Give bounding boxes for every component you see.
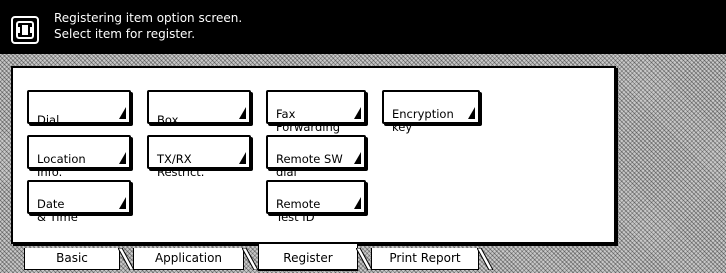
arrow-icon <box>119 107 126 119</box>
fax-machine-icon <box>11 16 39 44</box>
arrow-icon <box>468 107 475 119</box>
encryption-key-button[interactable]: Encryption key <box>382 90 480 134</box>
tab-print-report-label: Print Report <box>389 251 461 265</box>
tab-basic-label: Basic <box>56 251 88 265</box>
date-time-button[interactable]: Date & Time <box>27 180 131 224</box>
arrow-icon <box>354 152 361 164</box>
txrx-restrict-button-label: TX/RX Restrict. <box>157 152 205 179</box>
dial-button-label: Dial <box>37 113 60 127</box>
date-time-button-label: Date & Time <box>37 197 78 224</box>
box-button-label: Box <box>157 113 179 127</box>
tab-register-label: Register <box>283 251 333 265</box>
remote-test-id-button-label: Remote Test ID <box>276 197 321 224</box>
arrow-icon <box>354 107 361 119</box>
header-message: Registering item option screen. Select i… <box>54 10 242 42</box>
location-info-button[interactable]: Location Info. <box>27 135 131 179</box>
arrow-icon <box>239 152 246 164</box>
arrow-icon <box>354 197 361 209</box>
box-button[interactable]: Box <box>147 90 251 127</box>
tab-divider <box>356 248 372 270</box>
dial-button[interactable]: Dial <box>27 90 131 127</box>
tab-register[interactable]: Register <box>258 244 358 271</box>
fax-forwarding-button-label: Fax Forwarding <box>276 107 341 134</box>
tab-divider <box>118 248 134 270</box>
arrow-icon <box>239 107 246 119</box>
tab-divider <box>477 248 493 270</box>
tab-divider <box>242 248 258 270</box>
remote-sw-dial-button[interactable]: Remote SW dial <box>266 135 366 179</box>
tab-application[interactable]: Application <box>133 248 244 270</box>
fax-forwarding-button[interactable]: Fax Forwarding <box>266 90 366 134</box>
header-line-2: Select item for register. <box>54 27 196 41</box>
header-line-1: Registering item option screen. <box>54 11 243 25</box>
tab-print-report[interactable]: Print Report <box>371 248 479 270</box>
header-bar: Registering item option screen. Select i… <box>0 0 726 53</box>
txrx-restrict-button[interactable]: TX/RX Restrict. <box>147 135 251 179</box>
tab-application-label: Application <box>154 251 223 265</box>
tab-basic[interactable]: Basic <box>24 248 120 270</box>
remote-test-id-button[interactable]: Remote Test ID <box>266 180 366 224</box>
arrow-icon <box>119 197 126 209</box>
arrow-icon <box>119 152 126 164</box>
